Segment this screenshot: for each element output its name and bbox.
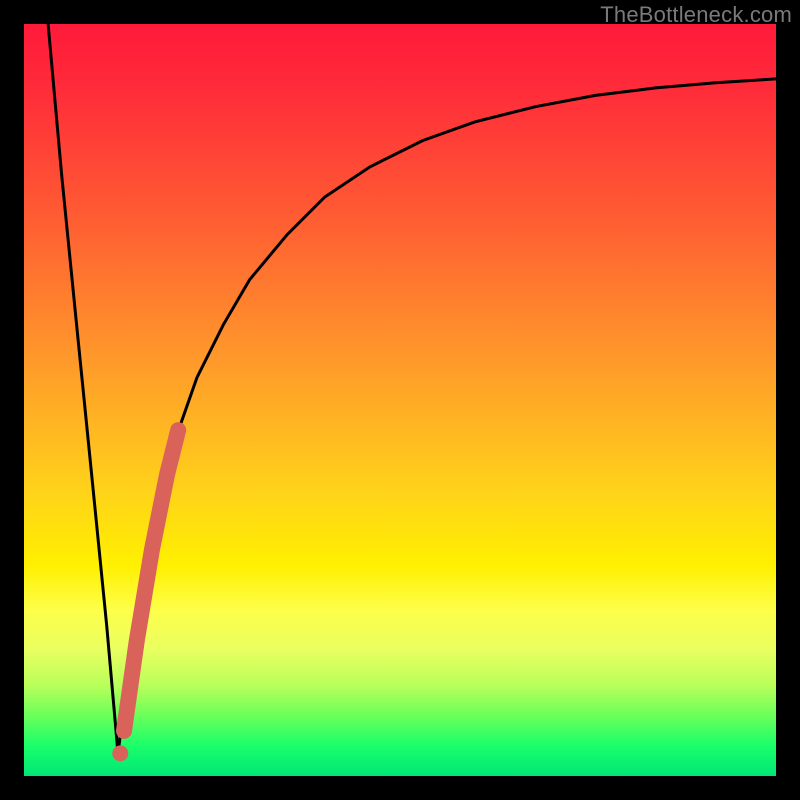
chart-plot-area: [24, 24, 776, 776]
watermark-text: TheBottleneck.com: [600, 2, 792, 28]
end-dot: [112, 745, 128, 761]
highlight-segment: [124, 430, 178, 731]
chart-frame: TheBottleneck.com: [0, 0, 800, 800]
curve-left: [48, 24, 118, 753]
curve-right: [118, 79, 776, 754]
chart-svg: [24, 24, 776, 776]
